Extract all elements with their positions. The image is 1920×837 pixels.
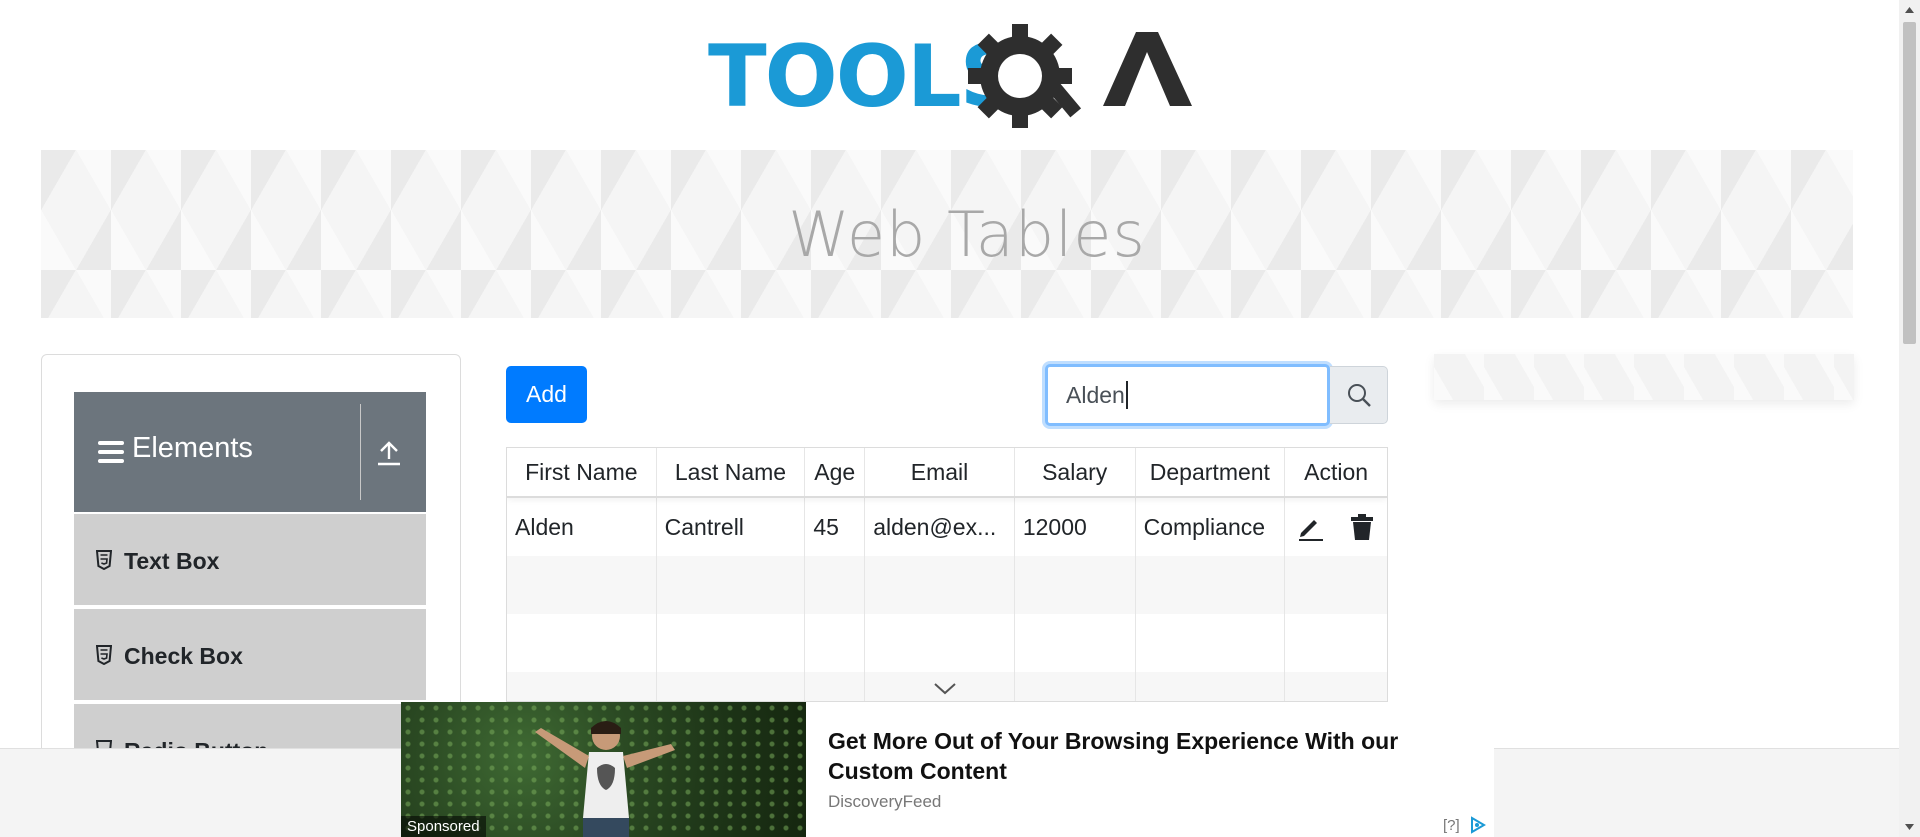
cell-salary: 12000	[1015, 498, 1136, 556]
html5-icon	[96, 550, 112, 570]
page-title: Web Tables	[788, 197, 1146, 271]
column-header-age[interactable]: Age	[805, 448, 866, 496]
empty-cell	[507, 556, 657, 614]
column-header-department[interactable]: Department	[1136, 448, 1286, 496]
empty-cell	[805, 556, 866, 614]
table-row-empty	[507, 614, 1387, 672]
page-banner: Web Tables	[41, 150, 1853, 318]
empty-cell	[657, 614, 806, 672]
sponsored-label: Sponsored	[401, 816, 486, 837]
empty-cell	[657, 672, 806, 701]
empty-cell	[805, 614, 866, 672]
cell-department: Compliance	[1136, 498, 1286, 556]
empty-cell	[1015, 556, 1136, 614]
toolsqa-logo[interactable]: TOOLS	[708, 18, 1192, 138]
cell-action	[1285, 498, 1387, 556]
delete-button[interactable]	[1347, 512, 1377, 542]
column-header-first-name[interactable]: First Name	[507, 448, 657, 496]
empty-cell	[1285, 556, 1387, 614]
cell-age: 45	[805, 498, 866, 556]
search-button[interactable]	[1330, 366, 1388, 424]
search-input-value: Alden	[1066, 381, 1125, 408]
empty-cell	[1136, 556, 1286, 614]
search-icon	[1347, 384, 1371, 407]
cell-last-name: Cantrell	[657, 498, 806, 556]
divider	[360, 404, 361, 500]
add-button[interactable]: Add	[506, 366, 587, 423]
empty-cell	[657, 556, 806, 614]
ad-headline[interactable]: Get More Out of Your Browsing Experience…	[828, 726, 1448, 786]
empty-cell	[865, 556, 1015, 614]
sidebar: Elements Text Box Check Box Radio Button	[41, 354, 461, 774]
sidebar-item-check-box[interactable]: Check Box	[74, 607, 426, 700]
chevron-down-icon[interactable]	[932, 680, 958, 698]
sidebar-item-text-box[interactable]: Text Box	[74, 512, 426, 605]
empty-cell	[1136, 672, 1286, 701]
table-row: Alden Cantrell 45 alden@ex... 12000 Comp…	[507, 498, 1387, 556]
ad-source[interactable]: DiscoveryFeed	[828, 792, 941, 812]
sidebar-item-label: Check Box	[124, 643, 243, 669]
cell-email: alden@ex...	[865, 498, 1015, 556]
header: TOOLS	[0, 0, 1899, 150]
edit-button[interactable]	[1295, 512, 1325, 542]
ad-help-link[interactable]: [?]	[1443, 817, 1460, 834]
adchoices-icon[interactable]	[1469, 816, 1487, 834]
collapse-arrow-icon[interactable]	[374, 438, 404, 468]
scroll-up-arrow-icon[interactable]	[1904, 6, 1915, 14]
ad-person-figure	[535, 721, 675, 837]
table-row-empty	[507, 556, 1387, 614]
column-header-email[interactable]: Email	[865, 448, 1015, 496]
table-header: First Name Last Name Age Email Salary De…	[507, 448, 1387, 498]
html5-icon	[96, 645, 112, 665]
page-scrollbar[interactable]	[1899, 0, 1920, 837]
scrollbar-thumb[interactable]	[1903, 22, 1916, 344]
empty-cell	[507, 614, 657, 672]
sidebar-item-label: Text Box	[124, 548, 220, 574]
empty-cell	[865, 614, 1015, 672]
empty-cell	[1136, 614, 1286, 672]
empty-cell	[805, 672, 866, 701]
scroll-down-arrow-icon[interactable]	[1904, 823, 1915, 831]
sponsored-ad[interactable]: Sponsored Get More Out of Your Browsing …	[401, 702, 1494, 837]
column-header-action[interactable]: Action	[1285, 448, 1387, 496]
column-header-last-name[interactable]: Last Name	[657, 448, 806, 496]
side-ad-placeholder	[1434, 354, 1854, 400]
ad-image[interactable]: Sponsored	[401, 702, 806, 837]
empty-cell	[1285, 614, 1387, 672]
hamburger-icon	[98, 441, 124, 463]
sidebar-group-elements[interactable]: Elements	[74, 392, 426, 512]
empty-cell	[507, 672, 657, 701]
pencil-icon	[1299, 520, 1324, 541]
empty-cell	[1015, 672, 1136, 701]
search-input[interactable]: Alden	[1045, 364, 1330, 426]
cell-first-name: Alden	[507, 498, 657, 556]
empty-cell	[1015, 614, 1136, 672]
sidebar-group-title: Elements	[132, 432, 253, 464]
empty-cell	[1285, 672, 1387, 701]
text-caret	[1125, 381, 1128, 409]
trash-icon	[1351, 514, 1374, 540]
web-table: First Name Last Name Age Email Salary De…	[506, 447, 1388, 702]
column-header-salary[interactable]: Salary	[1015, 448, 1136, 496]
